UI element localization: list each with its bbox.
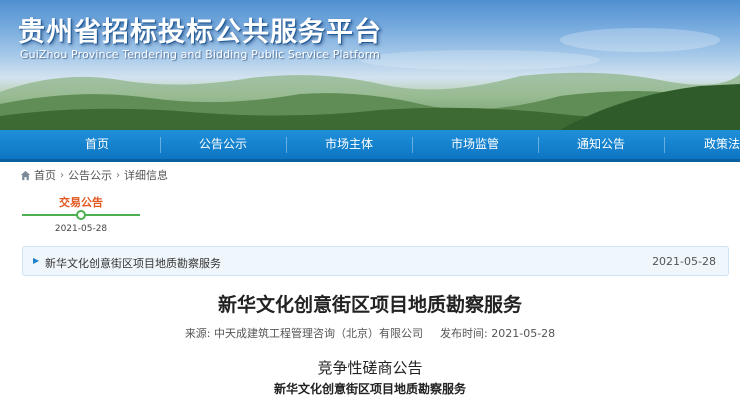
breadcrumb-home[interactable]: 首页 xyxy=(34,167,56,183)
timeline-date: 2021-05-28 xyxy=(54,224,108,234)
nav-item-policies[interactable]: 政策法 xyxy=(664,130,740,159)
article-meta: 来源: 中天成建筑工程管理咨询（北京）有限公司 发布时间: 2021-05-28 xyxy=(0,325,740,341)
triangle-right-icon: ▶ xyxy=(33,256,40,265)
nav-item-market-entities[interactable]: 市场主体 xyxy=(286,130,412,159)
project-info-bar: ▶ 新华文化创意街区项目地质勘察服务 2021-05-28 xyxy=(22,246,729,276)
nav-item-announcements[interactable]: 公告公示 xyxy=(160,130,286,159)
chevron-right-icon: › xyxy=(60,169,64,181)
published-date: 2021-05-28 xyxy=(491,327,556,340)
timeline-stage-label[interactable]: 交易公告 xyxy=(22,194,140,210)
nav-item-home[interactable]: 首页 xyxy=(34,130,160,159)
source-label: 来源: xyxy=(184,327,211,340)
site-subtitle: GuiZhou Province Tendering and Bidding P… xyxy=(20,48,380,61)
nav-item-notices[interactable]: 通知公告 xyxy=(538,130,664,159)
body-heading: 竞争性磋商公告 xyxy=(317,359,423,377)
breadcrumb-announcements[interactable]: 公告公示 xyxy=(68,167,112,183)
home-icon xyxy=(20,170,31,180)
project-title-link[interactable]: 新华文化创意街区项目地质勘察服务 xyxy=(45,255,221,271)
source-value: 中天成建筑工程管理咨询（北京）有限公司 xyxy=(214,327,424,340)
article-title: 新华文化创意街区项目地质勘察服务 xyxy=(217,294,522,316)
project-date: 2021-05-28 xyxy=(652,255,716,268)
published-label: 发布时间: xyxy=(440,327,488,340)
stage-timeline: 交易公告 2021-05-28 xyxy=(22,194,140,238)
timeline-dot-icon xyxy=(76,210,86,220)
breadcrumb: 首页 › 公告公示 › 详细信息 xyxy=(20,168,168,182)
nav-item-market-supervision[interactable]: 市场监管 xyxy=(412,130,538,159)
breadcrumb-current: 详细信息 xyxy=(124,169,168,182)
site-title: 贵州省招标投标公共服务平台 xyxy=(18,17,382,48)
body-subheading: 新华文化创意街区项目地质勘察服务 xyxy=(273,382,466,396)
chevron-right-icon: › xyxy=(116,169,120,181)
main-nav: 首页 公告公示 市场主体 市场监管 通知公告 政策法 xyxy=(0,130,740,162)
header-banner: 贵州省招标投标公共服务平台 GuiZhou Province Tendering… xyxy=(0,0,740,130)
